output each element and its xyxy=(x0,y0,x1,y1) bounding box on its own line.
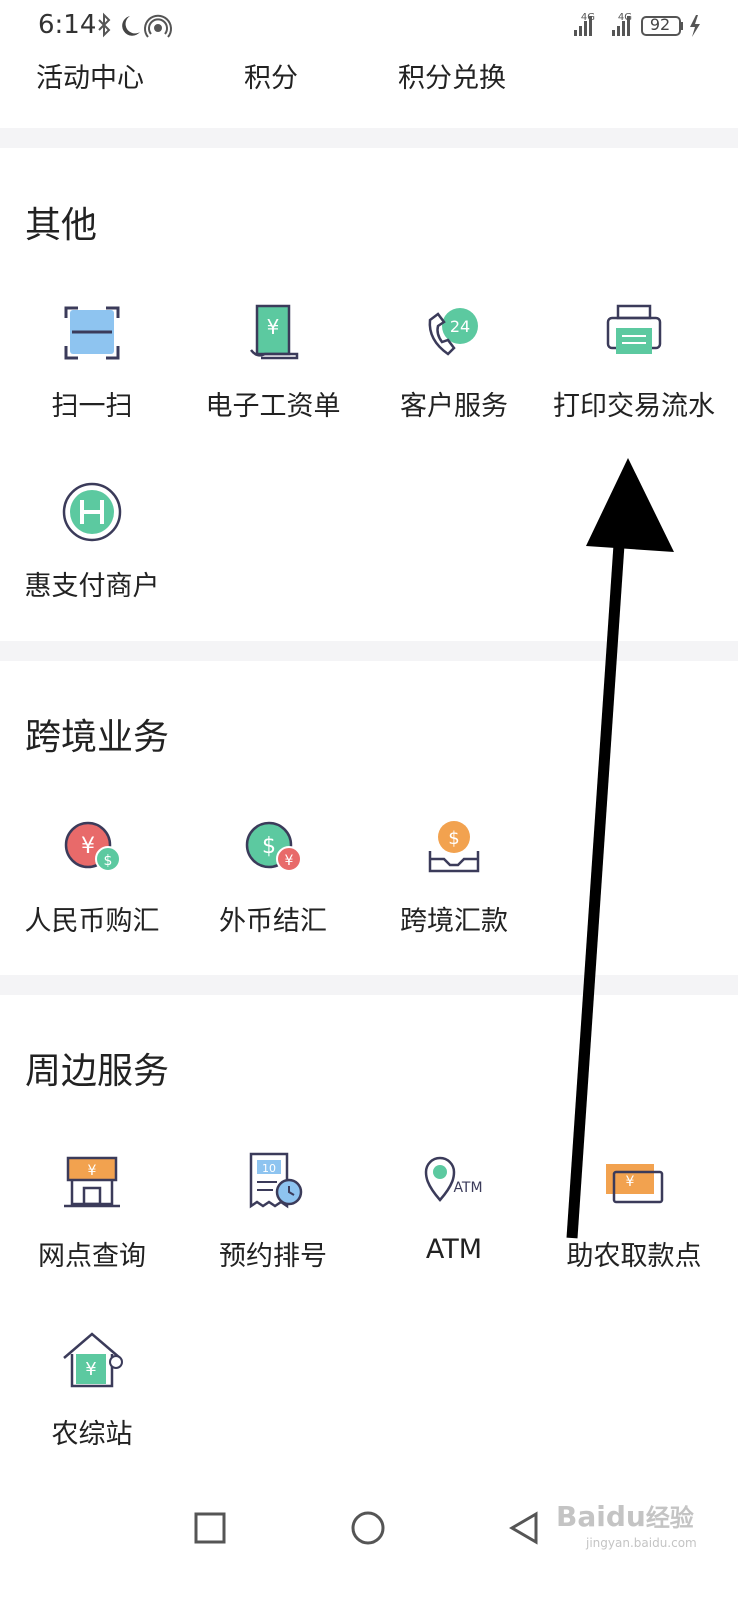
section-divider xyxy=(0,128,738,148)
svg-text:$: $ xyxy=(448,828,459,849)
foreign-currency-settlement-icon: $ ¥ xyxy=(245,821,302,872)
watermark-suffix: 经验 xyxy=(645,1504,694,1532)
recent-apps-button[interactable] xyxy=(188,1506,232,1550)
tile-label: 网点查询 xyxy=(38,1241,146,1272)
tile-atm[interactable]: ATM ATM xyxy=(362,1150,546,1300)
tile-label: 惠支付商户 xyxy=(24,571,160,602)
tile-rmb-exchange[interactable]: ¥ $ 人民币购汇 xyxy=(0,815,184,965)
svg-text:ATM: ATM xyxy=(453,1180,482,1196)
tile-salary-slip[interactable]: ¥ 电子工资单 xyxy=(181,300,365,450)
svg-text:¥: ¥ xyxy=(285,853,294,869)
section-divider xyxy=(0,641,738,661)
tile-label: 外币结汇 xyxy=(219,906,327,937)
tile-foreign-settlement[interactable]: $ ¥ 外币结汇 xyxy=(181,815,365,965)
status-bar: 6:14 4G 4G 92 xyxy=(0,0,738,52)
top-links: 活动中心 积分 积分兑换 xyxy=(0,52,738,128)
customer-service-24-icon: 24 xyxy=(428,308,478,356)
svg-text:24: 24 xyxy=(450,317,470,336)
printer-icon xyxy=(606,304,662,354)
baidu-watermark: Baidu经验 jingyan.baidu.com xyxy=(556,1488,726,1558)
svg-text:10: 10 xyxy=(262,1162,276,1175)
tile-customer-service[interactable]: 24 客户服务 xyxy=(362,300,546,450)
svg-text:¥: ¥ xyxy=(85,1359,96,1380)
tile-branch-search[interactable]: ¥ 网点查询 xyxy=(0,1150,184,1300)
svg-text:¥: ¥ xyxy=(626,1174,635,1190)
rural-station-icon: ¥ xyxy=(63,1332,123,1388)
tile-label: 电子工资单 xyxy=(205,391,341,422)
top-link-activity-center[interactable]: 活动中心 xyxy=(36,56,144,95)
branch-store-icon: ¥ xyxy=(64,1156,120,1208)
rmb-exchange-icon: ¥ $ xyxy=(64,821,121,872)
tile-queue-booking[interactable]: 10 预约排号 xyxy=(181,1150,365,1300)
tile-label: 人民币购汇 xyxy=(24,906,160,937)
status-left-icons xyxy=(98,12,172,38)
top-link-points[interactable]: 积分 xyxy=(244,56,298,95)
back-button[interactable] xyxy=(502,1506,546,1550)
tile-label: 助农取款点 xyxy=(566,1241,702,1272)
tile-withdrawal-point[interactable]: ¥ 助农取款点 xyxy=(542,1150,726,1300)
cross-border-remit-icon: $ xyxy=(428,821,480,873)
tile-cross-border-remit[interactable]: $ 跨境汇款 xyxy=(362,815,546,965)
tile-label: ATM xyxy=(425,1234,483,1265)
svg-text:¥: ¥ xyxy=(267,315,280,339)
tile-print-transactions[interactable]: 打印交易流水 xyxy=(542,300,726,450)
tile-label: 客户服务 xyxy=(400,391,508,422)
atm-location-icon: ATM xyxy=(424,1156,483,1202)
queue-ticket-icon: 10 xyxy=(249,1152,303,1209)
tile-rural-station[interactable]: ¥ 农综站 xyxy=(0,1328,184,1478)
home-button[interactable] xyxy=(346,1506,390,1550)
tile-label: 扫一扫 xyxy=(51,391,133,422)
tile-scan[interactable]: 扫一扫 xyxy=(0,300,184,450)
svg-text:$: $ xyxy=(104,853,113,869)
tile-merchant-pay[interactable]: 惠支付商户 xyxy=(0,480,184,630)
scan-icon xyxy=(64,306,120,360)
hotspot-icon xyxy=(144,14,172,38)
tile-label: 农综站 xyxy=(51,1419,133,1450)
section-divider xyxy=(0,975,738,995)
svg-text:¥: ¥ xyxy=(81,834,95,859)
network-type-right: 4G xyxy=(617,12,632,23)
merchant-pay-icon xyxy=(62,482,122,542)
watermark-url: jingyan.baidu.com xyxy=(586,1536,697,1550)
svg-text:¥: ¥ xyxy=(88,1163,97,1179)
watermark-brand: Baidu xyxy=(556,1500,646,1533)
svg-text:$: $ xyxy=(262,834,276,859)
network-type-left: 4G xyxy=(580,12,595,23)
battery-level: 92 xyxy=(649,15,671,34)
tile-label: 预约排号 xyxy=(219,1241,327,1272)
section-title-nearby-services: 周边服务 xyxy=(25,1051,170,1092)
tile-label: 跨境汇款 xyxy=(400,906,508,937)
bluetooth-icon xyxy=(98,12,111,38)
top-link-points-exchange[interactable]: 积分兑换 xyxy=(398,56,506,95)
section-title-cross-border: 跨境业务 xyxy=(25,717,170,758)
tile-label: 打印交易流水 xyxy=(553,391,715,422)
section-title-other: 其他 xyxy=(25,205,98,246)
charging-icon xyxy=(690,15,700,37)
withdrawal-point-icon: ¥ xyxy=(606,1164,664,1204)
salary-slip-icon: ¥ xyxy=(250,304,299,360)
status-time: 6:14 xyxy=(38,10,97,40)
moon-icon xyxy=(122,16,140,36)
